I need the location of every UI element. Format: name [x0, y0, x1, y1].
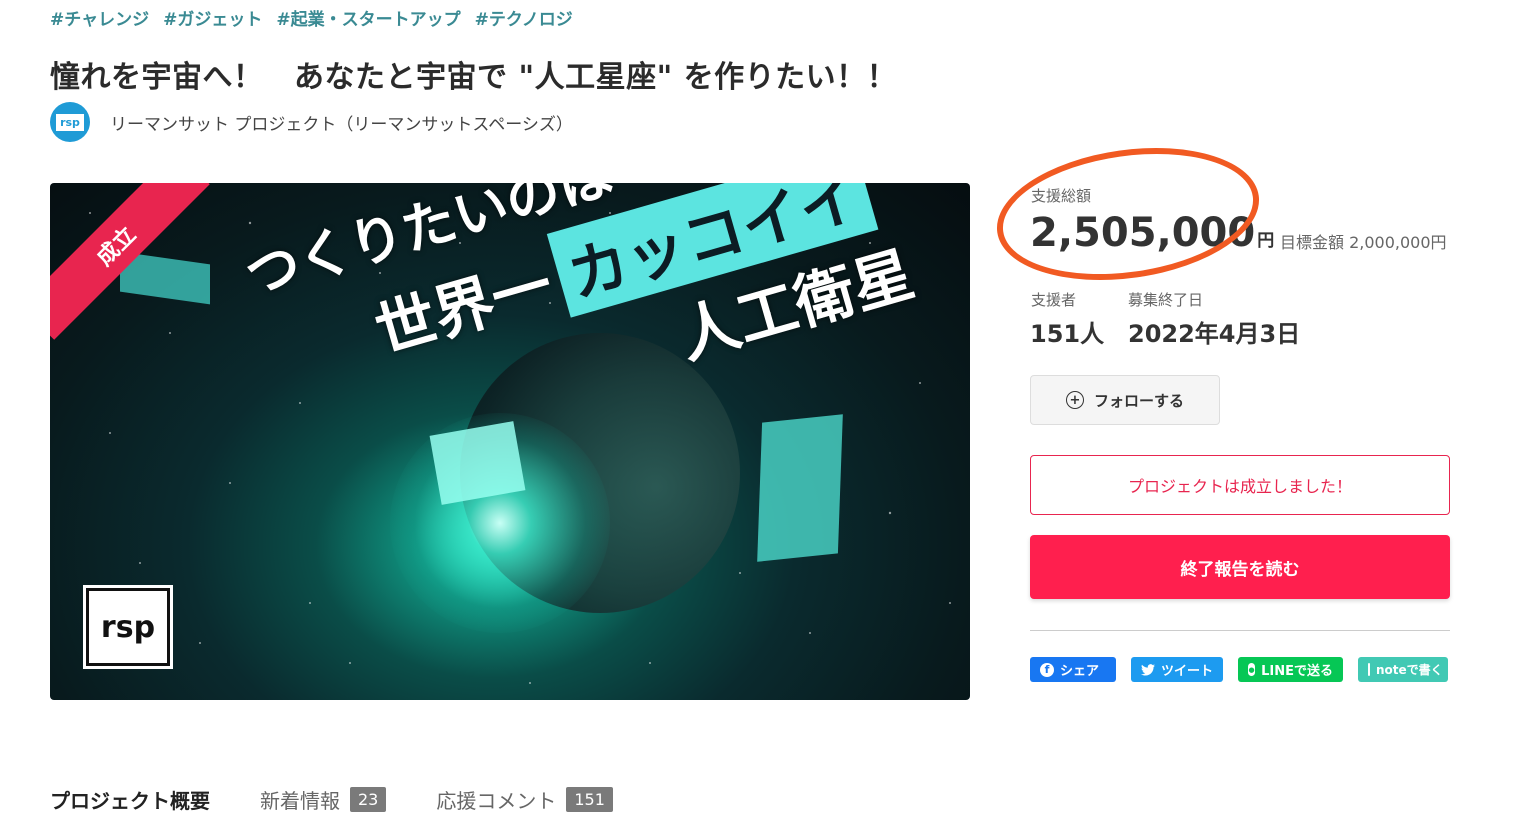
line-share-button[interactable]: ● LINEで送る [1238, 657, 1343, 682]
currency-unit: 円 [1257, 231, 1275, 251]
plus-circle-icon: + [1065, 391, 1084, 409]
tag-startup[interactable]: #起業・スタートアップ [276, 5, 460, 30]
news-count-badge: 23 [350, 787, 387, 812]
avatar[interactable]: rsp [50, 102, 90, 142]
tab-overview[interactable]: プロジェクト概要 [50, 785, 210, 814]
facebook-icon: f [1040, 662, 1054, 677]
tab-comments[interactable]: 応援コメント 151 [436, 785, 613, 814]
tab-news-label: 新着情報 [260, 789, 340, 813]
project-title: 憧れを宇宙へ！ あなたと宇宙で "人工星座" を作りたい！！ [50, 60, 898, 95]
supporters-count: 151人 [1030, 320, 1105, 348]
note-share-button[interactable]: noteで書く [1358, 657, 1448, 682]
avatar-logo-text: rsp [56, 113, 84, 131]
rsp-logo: rsp [83, 585, 173, 669]
project-owner: rsp リーマンサット プロジェクト（リーマンサットスペーシズ） [50, 102, 573, 142]
read-final-report-button[interactable]: 終了報告を読む [1030, 535, 1450, 599]
tag-gadget[interactable]: #ガジェット [163, 5, 262, 30]
line-share-label: LINEで送る [1261, 664, 1333, 679]
tab-comments-label: 応援コメント [436, 789, 557, 813]
twitter-share-button[interactable]: ツイート [1131, 657, 1223, 682]
supporters-label: 支援者 [1031, 291, 1077, 309]
twitter-bird-icon [1141, 663, 1155, 676]
share-buttons: f シェア ツイート ● LINEで送る noteで書く [1030, 657, 1448, 682]
divider [1030, 630, 1450, 631]
tab-news[interactable]: 新着情報 23 [260, 785, 387, 814]
project-tabs: プロジェクト概要 新着情報 23 応援コメント 151 [50, 785, 613, 814]
success-message: プロジェクトは成立しました！ [1030, 455, 1450, 515]
facebook-share-label: シェア [1060, 664, 1100, 679]
tag-list: #チャレンジ #ガジェット #起業・スタートアップ #テクノロジ [50, 5, 573, 30]
twitter-share-label: ツイート [1161, 664, 1214, 679]
satellite-right [757, 414, 843, 562]
note-icon [1368, 663, 1370, 676]
end-date-value: 2022年4月3日 [1128, 320, 1301, 348]
follow-button-label: フォローする [1093, 391, 1184, 410]
owner-name-link[interactable]: リーマンサット プロジェクト（リーマンサットスペーシズ） [110, 110, 573, 135]
tag-technology[interactable]: #テクノロジ [475, 5, 573, 30]
end-date-label: 募集終了日 [1128, 291, 1204, 309]
goal-amount: 目標金額 2,000,000円 [1280, 233, 1447, 252]
tab-overview-label: プロジェクト概要 [50, 789, 210, 813]
project-page: #チャレンジ #ガジェット #起業・スタートアップ #テクノロジ 憧れを宇宙へ！… [0, 0, 1515, 823]
note-share-label: noteで書く [1376, 663, 1443, 677]
annotation-circle [988, 132, 1268, 296]
tag-challenge[interactable]: #チャレンジ [50, 5, 149, 30]
line-icon: ● [1248, 663, 1256, 676]
follow-button[interactable]: + フォローする [1030, 375, 1220, 425]
project-main-image[interactable]: つくりたいのは 世界一 カッコイイ 人工衛星 成立 rsp [50, 183, 970, 700]
facebook-share-button[interactable]: f シェア [1030, 657, 1116, 682]
comments-count-badge: 151 [566, 787, 613, 812]
